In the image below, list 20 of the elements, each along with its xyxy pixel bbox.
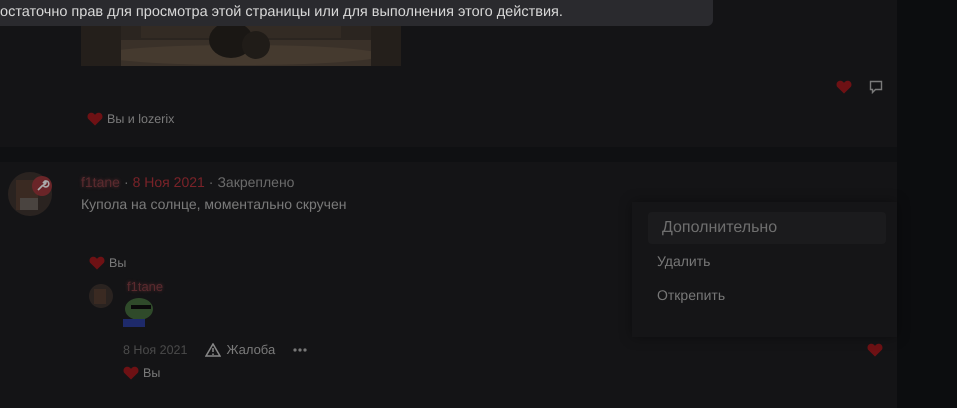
more-icon[interactable] <box>293 348 308 352</box>
likes-text[interactable]: Вы и lozerix <box>107 112 174 126</box>
pinned-label: Закреплено <box>217 173 294 192</box>
warning-icon <box>205 342 222 356</box>
likes-text[interactable]: Вы <box>143 366 160 380</box>
comment-icon[interactable] <box>869 80 883 94</box>
wrench-badge <box>32 176 52 196</box>
menu-header: Дополнительно <box>648 212 886 244</box>
toast-message: остаточно прав для просмотра этой страницы или для выполнения этого действия. <box>0 0 713 26</box>
menu-item[interactable]: Удалить <box>648 244 886 278</box>
separator: · <box>124 173 129 192</box>
separator: · <box>208 173 214 192</box>
likes-text[interactable]: Вы <box>109 256 126 270</box>
heart-icon <box>123 366 139 380</box>
heart-icon <box>89 256 105 270</box>
post-text: Купола на солнце, моментально скручен <box>81 196 348 212</box>
report-button[interactable]: Жалоба <box>205 342 276 357</box>
avatar <box>89 284 113 308</box>
menu-item[interactable]: Открепить <box>648 278 886 312</box>
heart-icon <box>87 112 103 126</box>
